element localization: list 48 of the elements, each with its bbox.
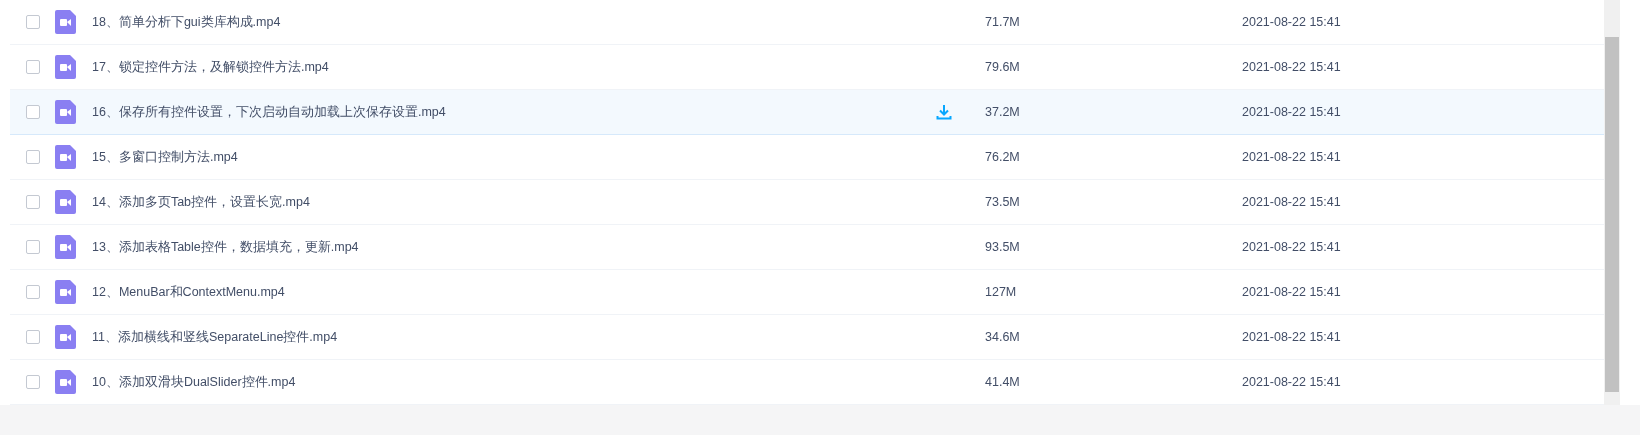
modified-date: 2021-08-22 15:41 (1242, 373, 1342, 391)
checkbox[interactable] (26, 195, 40, 209)
file-size: 93.5M (985, 238, 1021, 256)
file-size: 73.5M (985, 193, 1021, 211)
file-name[interactable]: 13、添加表格Table控件，数据填充，更新.mp4 (92, 237, 359, 257)
file-size: 127M (985, 283, 1018, 301)
file-row[interactable]: 16、保存所有控件设置，下次启动自动加载上次保存设置.mp4 37.2M 2021-08-22 15:41 (10, 90, 1604, 135)
file-name[interactable]: 11、添加横线和竖线SeparateLine控件.mp4 (92, 327, 338, 347)
modified-date: 2021-08-22 15:41 (1242, 103, 1342, 121)
modified-date: 2021-08-22 15:41 (1242, 58, 1342, 76)
file-name[interactable]: 17、锁定控件方法，及解锁控件方法.mp4 (92, 57, 329, 77)
modified-date: 2021-08-22 15:41 (1242, 193, 1342, 211)
file-name[interactable]: 10、添加双滑块DualSlider控件.mp4 (92, 372, 296, 392)
checkbox[interactable] (26, 150, 40, 164)
video-file-icon (55, 325, 76, 349)
video-file-icon (55, 100, 76, 124)
file-name[interactable]: 18、简单分析下gui类库构成.mp4 (92, 12, 281, 32)
file-size: 76.2M (985, 148, 1021, 166)
checkbox[interactable] (26, 375, 40, 389)
checkbox[interactable] (26, 105, 40, 119)
file-name[interactable]: 15、多窗口控制方法.mp4 (92, 147, 238, 167)
file-size: 79.6M (985, 58, 1021, 76)
video-file-icon (55, 145, 76, 169)
checkbox[interactable] (26, 240, 40, 254)
modified-date: 2021-08-22 15:41 (1242, 13, 1342, 31)
download-icon[interactable] (936, 104, 952, 120)
video-file-icon (55, 280, 76, 304)
video-file-icon (55, 370, 76, 394)
video-file-icon (55, 10, 76, 34)
modified-date: 2021-08-22 15:41 (1242, 328, 1342, 346)
file-size: 34.6M (985, 328, 1021, 346)
checkbox[interactable] (26, 15, 40, 29)
checkbox[interactable] (26, 285, 40, 299)
video-file-icon (55, 235, 76, 259)
file-name[interactable]: 16、保存所有控件设置，下次启动自动加载上次保存设置.mp4 (92, 102, 446, 122)
file-size: 41.4M (985, 373, 1021, 391)
file-size: 37.2M (985, 103, 1021, 121)
checkbox[interactable] (26, 60, 40, 74)
video-file-icon (55, 55, 76, 79)
file-name[interactable]: 14、添加多页Tab控件，设置长宽.mp4 (92, 192, 310, 212)
modified-date: 2021-08-22 15:41 (1242, 283, 1342, 301)
scrollbar-thumb[interactable] (1605, 37, 1619, 392)
checkbox[interactable] (26, 330, 40, 344)
modified-date: 2021-08-22 15:41 (1242, 238, 1342, 256)
file-size: 71.7M (985, 13, 1021, 31)
modified-date: 2021-08-22 15:41 (1242, 148, 1342, 166)
video-file-icon (55, 190, 76, 214)
file-name[interactable]: 12、MenuBar和ContextMenu.mp4 (92, 282, 285, 302)
